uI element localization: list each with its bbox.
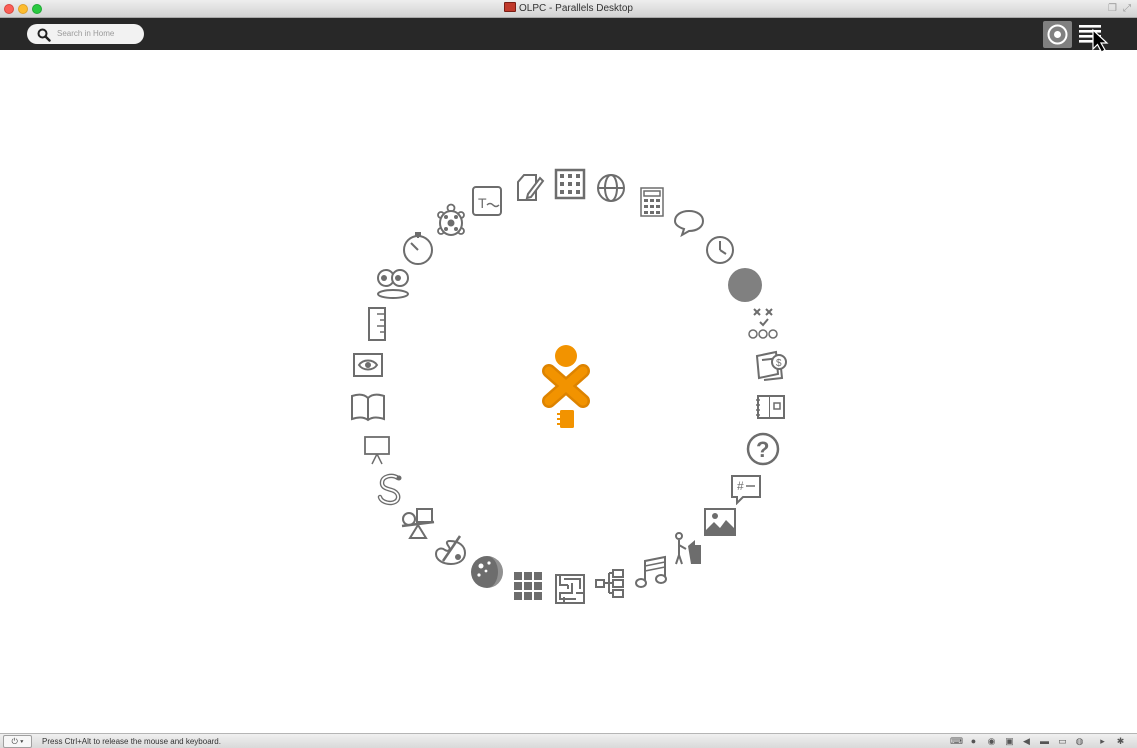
text-editor-icon[interactable]: T: [471, 185, 503, 222]
display-icon[interactable]: ▣: [1004, 736, 1015, 746]
window-titlebar: OLPC - Parallels Desktop ❐ ⤢: [0, 0, 1137, 18]
tic-tac-toe-icon[interactable]: [746, 307, 780, 346]
favorites-view-button[interactable]: [1043, 21, 1072, 48]
status-bar: ⏻ ▾ Press Ctrl+Alt to release the mouse …: [0, 733, 1137, 748]
circle-icon[interactable]: [727, 267, 763, 308]
fullscreen-icon[interactable]: ⤢: [1123, 3, 1131, 15]
list-view-button[interactable]: [1077, 21, 1117, 53]
network-icon[interactable]: ▬: [1039, 736, 1050, 746]
record-icon[interactable]: [672, 531, 706, 572]
calculate-icon[interactable]: [636, 186, 668, 223]
keyboard-icon[interactable]: ⌨: [950, 736, 963, 746]
power-menu-button[interactable]: ⏻ ▾: [3, 735, 32, 748]
sound-icon[interactable]: ◀: [1021, 736, 1032, 746]
forward-icon[interactable]: ▸: [1097, 736, 1108, 746]
svg-text:?: ?: [756, 437, 769, 462]
window-title-wrap: OLPC - Parallels Desktop: [0, 2, 1137, 16]
clock-icon[interactable]: [704, 234, 736, 271]
finance-icon[interactable]: $: [754, 348, 788, 387]
help-icon[interactable]: ?: [746, 432, 780, 471]
svg-text:$: $: [776, 358, 782, 369]
camera-icon[interactable]: ◉: [986, 736, 997, 746]
paint-icon[interactable]: [433, 533, 467, 572]
ring-view-icon: [1047, 24, 1068, 45]
microphone-icon[interactable]: ●: [968, 736, 979, 746]
moon-icon[interactable]: [469, 554, 505, 595]
portfolio-icon[interactable]: [361, 434, 393, 471]
search-input[interactable]: Search in Home: [27, 24, 144, 44]
journal-icon[interactable]: [556, 408, 576, 435]
labyrinth-icon[interactable]: [594, 567, 628, 606]
home-toolbar: Search in Home: [0, 18, 1137, 53]
parallels-icon: [504, 2, 517, 12]
window-restore-icon[interactable]: ❐: [1108, 3, 1117, 15]
svg-text:T: T: [478, 195, 487, 211]
view-slides-icon[interactable]: [352, 351, 384, 384]
maze-icon[interactable]: [554, 573, 586, 610]
browse-icon[interactable]: [595, 172, 627, 209]
eyes-icon[interactable]: [375, 267, 411, 306]
svg-text:#: #: [737, 479, 744, 493]
memorize-icon[interactable]: [512, 570, 544, 607]
image-viewer-icon[interactable]: [703, 505, 737, 542]
chat-icon[interactable]: [673, 206, 705, 243]
music-icon[interactable]: [635, 553, 669, 594]
settings-gear-icon[interactable]: ✱: [1115, 736, 1126, 746]
usb-icon[interactable]: ▭: [1057, 736, 1068, 746]
write-icon[interactable]: [514, 172, 546, 209]
pippy-icon[interactable]: [376, 472, 410, 511]
status-message: Press Ctrl+Alt to release the mouse and …: [42, 737, 221, 746]
list-view-icon: [1079, 25, 1109, 53]
turtle-icon[interactable]: [434, 203, 468, 244]
log-icon[interactable]: [754, 390, 788, 429]
search-placeholder: Search in Home: [57, 29, 115, 38]
read-icon[interactable]: [350, 391, 386, 428]
shared-folder-icon[interactable]: ◍: [1074, 736, 1085, 746]
measure-icon[interactable]: [362, 306, 392, 347]
window-title: OLPC - Parallels Desktop: [519, 3, 633, 14]
physics-icon[interactable]: [400, 505, 436, 546]
stopwatch-icon[interactable]: [400, 230, 436, 271]
search-icon: [37, 28, 51, 42]
abacus-icon[interactable]: [554, 168, 586, 205]
